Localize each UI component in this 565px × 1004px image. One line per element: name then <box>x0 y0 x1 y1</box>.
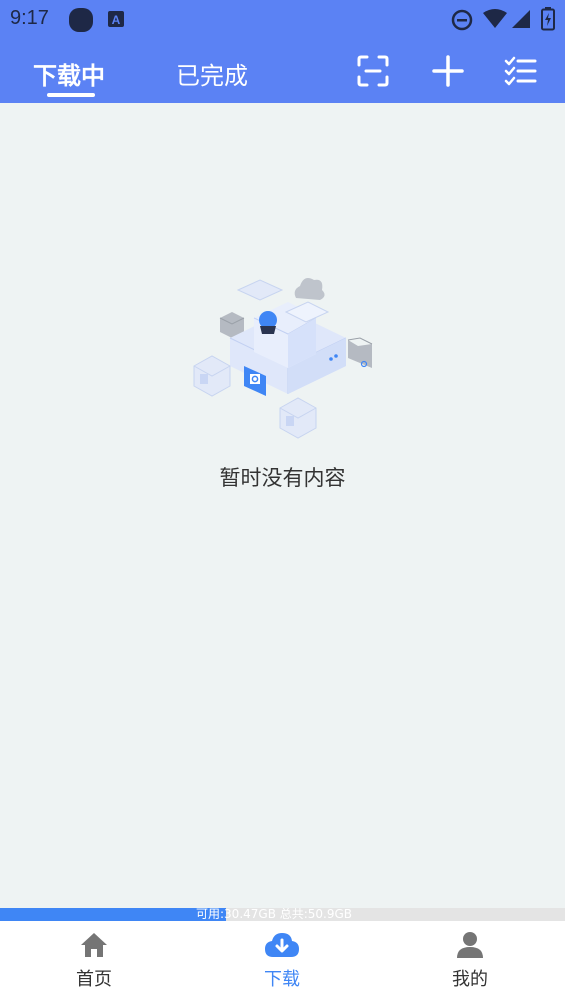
signal-icon <box>512 10 530 28</box>
nav-label-home: 首页 <box>76 969 112 990</box>
tab-downloading[interactable]: 下载中 <box>33 56 105 91</box>
bottom-navigation: 首页 下载 我的 <box>0 921 565 1004</box>
svg-text:A: A <box>112 13 121 27</box>
add-button[interactable] <box>430 53 466 89</box>
nav-item-profile[interactable]: 我的 <box>376 921 564 1004</box>
nav-item-home[interactable]: 首页 <box>0 921 188 1004</box>
status-bar: 9:17 A <box>0 0 565 38</box>
top-app-bar: 下载中 已完成 <box>0 38 565 103</box>
battery-icon <box>541 7 555 31</box>
empty-box-illustration <box>193 278 373 439</box>
download-list-area <box>0 103 565 908</box>
storage-usage-fill <box>0 908 226 921</box>
empty-state-message: 暂时没有内容 <box>219 466 346 490</box>
wifi-icon <box>483 9 507 28</box>
nav-label-profile: 我的 <box>452 969 488 990</box>
scan-button[interactable] <box>355 53 391 89</box>
nav-item-download[interactable]: 下载 <box>188 921 376 1004</box>
storage-usage-bar: 可用:30.47GB 总共:50.9GB <box>0 908 565 921</box>
checklist-icon <box>504 56 537 86</box>
a-notification-icon: A <box>108 11 124 27</box>
nav-label-download: 下载 <box>264 969 300 990</box>
add-icon <box>432 55 464 87</box>
storage-usage-text: 可用:30.47GB 总共:50.9GB <box>196 908 353 921</box>
status-time: 9:17 <box>10 7 49 29</box>
scan-icon <box>357 55 389 87</box>
home-icon <box>81 933 107 957</box>
cloud-download-icon <box>265 933 299 957</box>
checklist-button[interactable] <box>503 53 539 89</box>
active-tab-indicator <box>47 93 95 97</box>
app-dot-icon <box>69 8 93 32</box>
do-not-disturb-icon <box>451 9 473 31</box>
tab-completed[interactable]: 已完成 <box>176 56 248 91</box>
profile-icon <box>457 932 483 958</box>
